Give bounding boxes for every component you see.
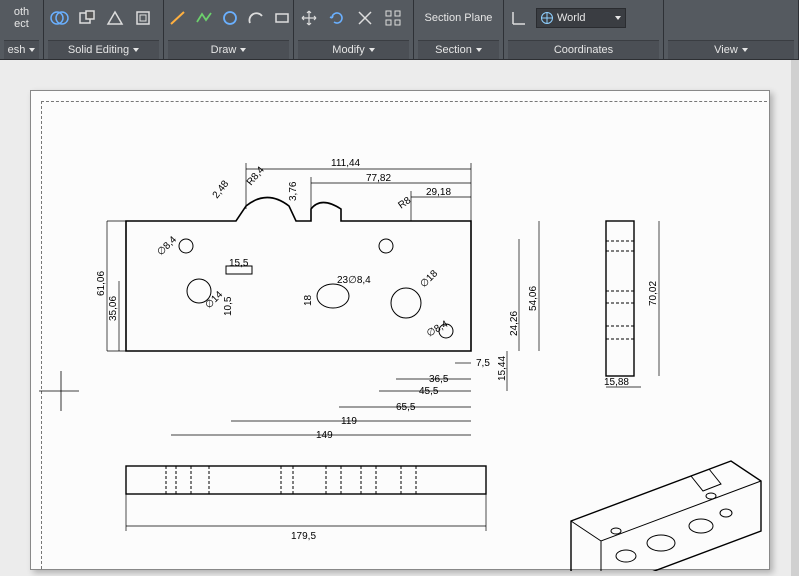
dim-54-06: 54,06: [528, 286, 539, 311]
dim-r8-4: R8,4: [245, 164, 267, 188]
drawing-workspace[interactable]: 111,44 77,82 29,18 2,48 R8,4 3,76 R8 ∅8,…: [0, 60, 799, 576]
polyline-icon[interactable]: [194, 7, 214, 29]
dim-18: 18: [303, 294, 314, 306]
section-panel-title[interactable]: Section: [418, 40, 499, 59]
draw-panel-title[interactable]: Draw: [168, 40, 289, 59]
section-panel: Section Plane Section: [414, 0, 504, 59]
trim-icon[interactable]: [354, 7, 376, 29]
dim-29-18: 29,18: [426, 187, 451, 198]
modify-panel-title[interactable]: Modify: [298, 40, 409, 59]
dim-phi8-4-right: ∅8,4: [425, 319, 450, 340]
coordinate-system-dropdown[interactable]: World: [536, 8, 626, 28]
smooth-object-button[interactable]: oth ect: [10, 4, 33, 32]
smooth-object-label-1: oth: [14, 6, 29, 18]
dim-119: 119: [341, 416, 357, 427]
chevron-down-icon: [369, 48, 375, 52]
view-panel: View: [664, 0, 799, 59]
dim-phi8-4-left: ∅8,4: [155, 234, 179, 258]
rotate-icon[interactable]: [326, 7, 348, 29]
dim-15-88: 15,88: [604, 377, 629, 388]
chevron-down-icon: [133, 48, 139, 52]
chevron-down-icon: [29, 48, 35, 52]
chevron-down-icon: [742, 48, 748, 52]
dim-111-44: 111,44: [331, 158, 361, 169]
chevron-down-icon: [476, 48, 482, 52]
ucs-icon[interactable]: [508, 7, 530, 29]
solid-editing-panel-title[interactable]: Solid Editing: [48, 40, 159, 59]
dim-24-26: 24,26: [509, 311, 520, 336]
dim-23-phi8-4: 23∅8,4: [337, 275, 371, 286]
mesh-panel: oth ect esh: [0, 0, 44, 59]
chevron-down-icon: [240, 48, 246, 52]
vertical-scrollbar[interactable]: [791, 60, 799, 576]
dim-65-5: 65,5: [396, 402, 416, 413]
edge-icon[interactable]: [104, 7, 126, 29]
shell-icon[interactable]: [132, 7, 154, 29]
section-plane-button[interactable]: Section Plane: [421, 10, 497, 26]
union-icon[interactable]: [48, 7, 70, 29]
dim-179-5: 179,5: [291, 531, 316, 542]
dim-70-02: 70,02: [648, 281, 659, 306]
dim-61-06: 61,06: [96, 271, 107, 296]
ribbon-toolbar: oth ect esh Solid Editing: [0, 0, 799, 60]
move-icon[interactable]: [298, 7, 320, 29]
modify-panel: Modify: [294, 0, 414, 59]
dim-10-5: 10,5: [223, 296, 234, 316]
smooth-object-label-2: ect: [14, 18, 29, 30]
dim-phi18: ∅18: [418, 268, 440, 290]
dim-77-82: 77,82: [366, 173, 391, 184]
subtract-icon[interactable]: [76, 7, 98, 29]
view-panel-title[interactable]: View: [668, 40, 794, 59]
globe-icon: [541, 12, 553, 24]
coordinates-panel-title[interactable]: Coordinates: [508, 40, 659, 59]
dim-3-76: 3,76: [288, 181, 299, 201]
arc-icon[interactable]: [246, 7, 266, 29]
dim-149: 149: [316, 430, 333, 441]
line-icon[interactable]: [168, 7, 188, 29]
dim-36-5: 36,5: [429, 374, 449, 385]
paper-sheet: 111,44 77,82 29,18 2,48 R8,4 3,76 R8 ∅8,…: [30, 90, 770, 570]
cad-drawing: 111,44 77,82 29,18 2,48 R8,4 3,76 R8 ∅8,…: [31, 91, 769, 569]
array-icon[interactable]: [382, 7, 404, 29]
dim-35-06: 35,06: [108, 296, 119, 321]
dim-15-44: 15,44: [497, 356, 508, 381]
coordinate-system-value: World: [557, 12, 586, 24]
solid-editing-panel: Solid Editing: [44, 0, 164, 59]
dim-45-5: 45,5: [419, 386, 439, 397]
dim-15-5: 15,5: [229, 258, 249, 269]
section-plane-label: Section Plane: [425, 12, 493, 24]
coordinates-panel: World Coordinates: [504, 0, 664, 59]
dim-7-5: 7,5: [476, 358, 490, 369]
rectangle-icon[interactable]: [272, 7, 292, 29]
circle-icon[interactable]: [220, 7, 240, 29]
mesh-panel-title[interactable]: esh: [4, 40, 39, 59]
draw-panel: Draw: [164, 0, 294, 59]
dim-2-48: 2,48: [211, 178, 232, 200]
